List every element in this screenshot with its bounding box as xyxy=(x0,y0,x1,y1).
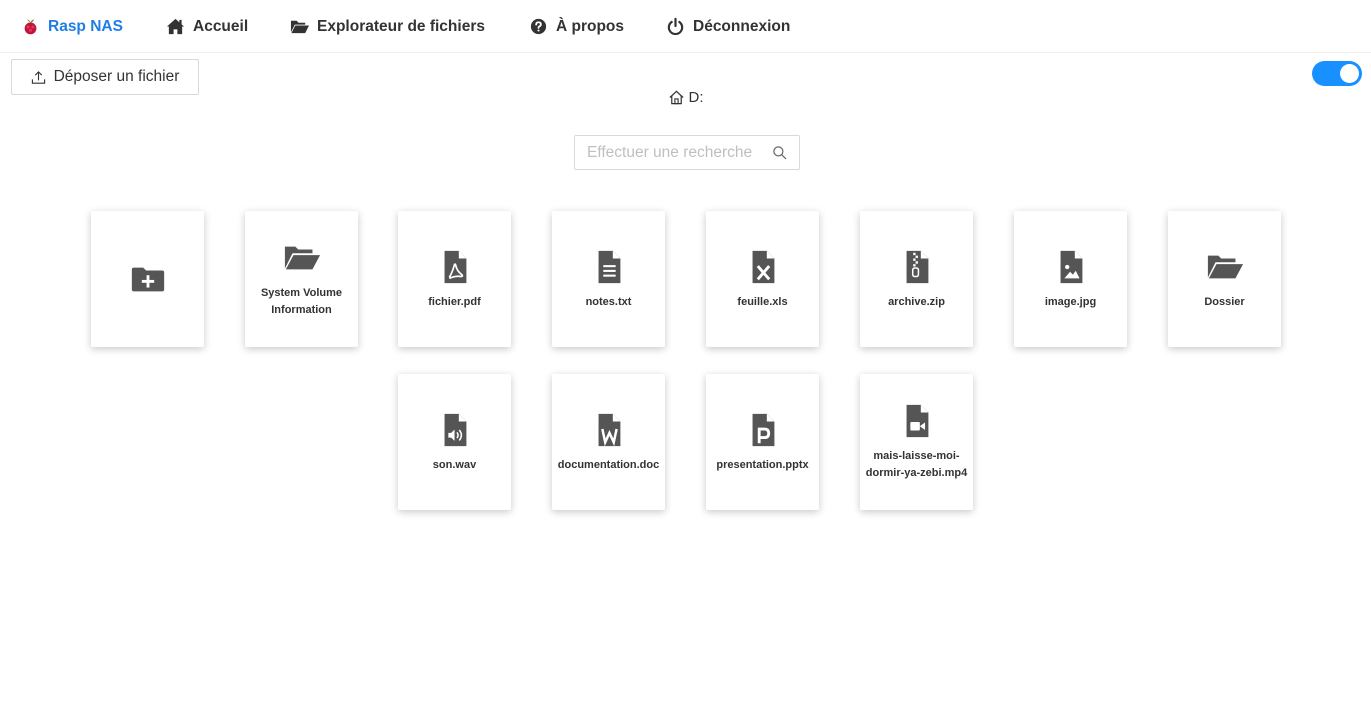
nav-brand[interactable]: Rasp NAS xyxy=(21,0,123,53)
file-name: documentation.doc xyxy=(557,458,660,471)
top-navbar: Rasp NAS Accueil Explorateur de fichiers… xyxy=(0,0,1371,53)
nav-item-about-label: À propos xyxy=(556,17,625,35)
upload-file-label: Déposer un fichier xyxy=(53,68,180,85)
file-zip-icon xyxy=(898,248,936,286)
search-input[interactable] xyxy=(587,143,772,162)
file-card[interactable]: presentation.pptx xyxy=(706,374,819,510)
file-card[interactable]: son.wav xyxy=(398,374,511,510)
file-card[interactable]: documentation.doc xyxy=(552,374,665,510)
folder-open-icon xyxy=(1206,248,1244,286)
file-card[interactable]: feuille.xls xyxy=(706,211,819,347)
question-circle-icon xyxy=(529,17,548,36)
file-powerpoint-icon xyxy=(744,411,782,449)
folder-open-icon xyxy=(290,17,309,36)
nav-item-explorer-label: Explorateur de fichiers xyxy=(317,17,485,35)
new-folder-card[interactable] xyxy=(91,211,204,347)
theme-toggle-switch[interactable] xyxy=(1312,61,1362,86)
file-card[interactable]: image.jpg xyxy=(1014,211,1127,347)
file-card[interactable]: Dossier xyxy=(1168,211,1281,347)
file-card[interactable]: fichier.pdf xyxy=(398,211,511,347)
power-icon xyxy=(666,17,685,36)
file-name: archive.zip xyxy=(888,295,945,308)
file-name: presentation.pptx xyxy=(716,458,809,471)
search-icon[interactable] xyxy=(772,145,787,160)
home-outline-icon[interactable] xyxy=(668,89,685,106)
upload-icon xyxy=(31,70,46,85)
breadcrumb: D: xyxy=(0,86,1371,108)
file-image-icon xyxy=(1052,248,1090,286)
file-card[interactable]: notes.txt xyxy=(552,211,665,347)
toggle-knob xyxy=(1340,64,1359,83)
file-pdf-icon xyxy=(436,248,474,286)
file-audio-icon xyxy=(436,411,474,449)
file-name: Dossier xyxy=(1204,295,1245,308)
file-name: fichier.pdf xyxy=(428,295,481,308)
nav-item-home[interactable]: Accueil xyxy=(166,0,248,53)
file-excel-icon xyxy=(744,248,782,286)
file-name: son.wav xyxy=(432,458,477,471)
folder-add-icon xyxy=(129,260,167,298)
file-name: System Volume Information xyxy=(260,287,343,316)
folder-open-icon xyxy=(283,239,321,277)
nav-item-logout[interactable]: Déconnexion xyxy=(666,0,790,53)
file-name: mais-laisse-moi-dormir-ya-zebi.mp4 xyxy=(865,450,968,479)
home-icon xyxy=(166,17,185,36)
file-name: image.jpg xyxy=(1044,295,1097,308)
nav-item-logout-label: Déconnexion xyxy=(693,17,791,35)
breadcrumb-path[interactable]: D: xyxy=(689,89,704,106)
file-card[interactable]: mais-laisse-moi-dormir-ya-zebi.mp4 xyxy=(860,374,973,510)
file-card[interactable]: System Volume Information xyxy=(245,211,358,347)
file-word-icon xyxy=(590,411,628,449)
nav-item-home-label: Accueil xyxy=(193,17,249,35)
file-name: notes.txt xyxy=(585,295,632,308)
nav-item-explorer[interactable]: Explorateur de fichiers xyxy=(290,0,485,53)
file-card[interactable]: archive.zip xyxy=(860,211,973,347)
raspberry-icon xyxy=(21,17,40,36)
nav-item-about[interactable]: À propos xyxy=(529,0,624,53)
search-box xyxy=(574,135,800,170)
file-name: feuille.xls xyxy=(737,295,788,308)
nav-brand-label: Rasp NAS xyxy=(48,17,123,35)
file-text-icon xyxy=(590,248,628,286)
file-video-icon xyxy=(898,402,936,440)
